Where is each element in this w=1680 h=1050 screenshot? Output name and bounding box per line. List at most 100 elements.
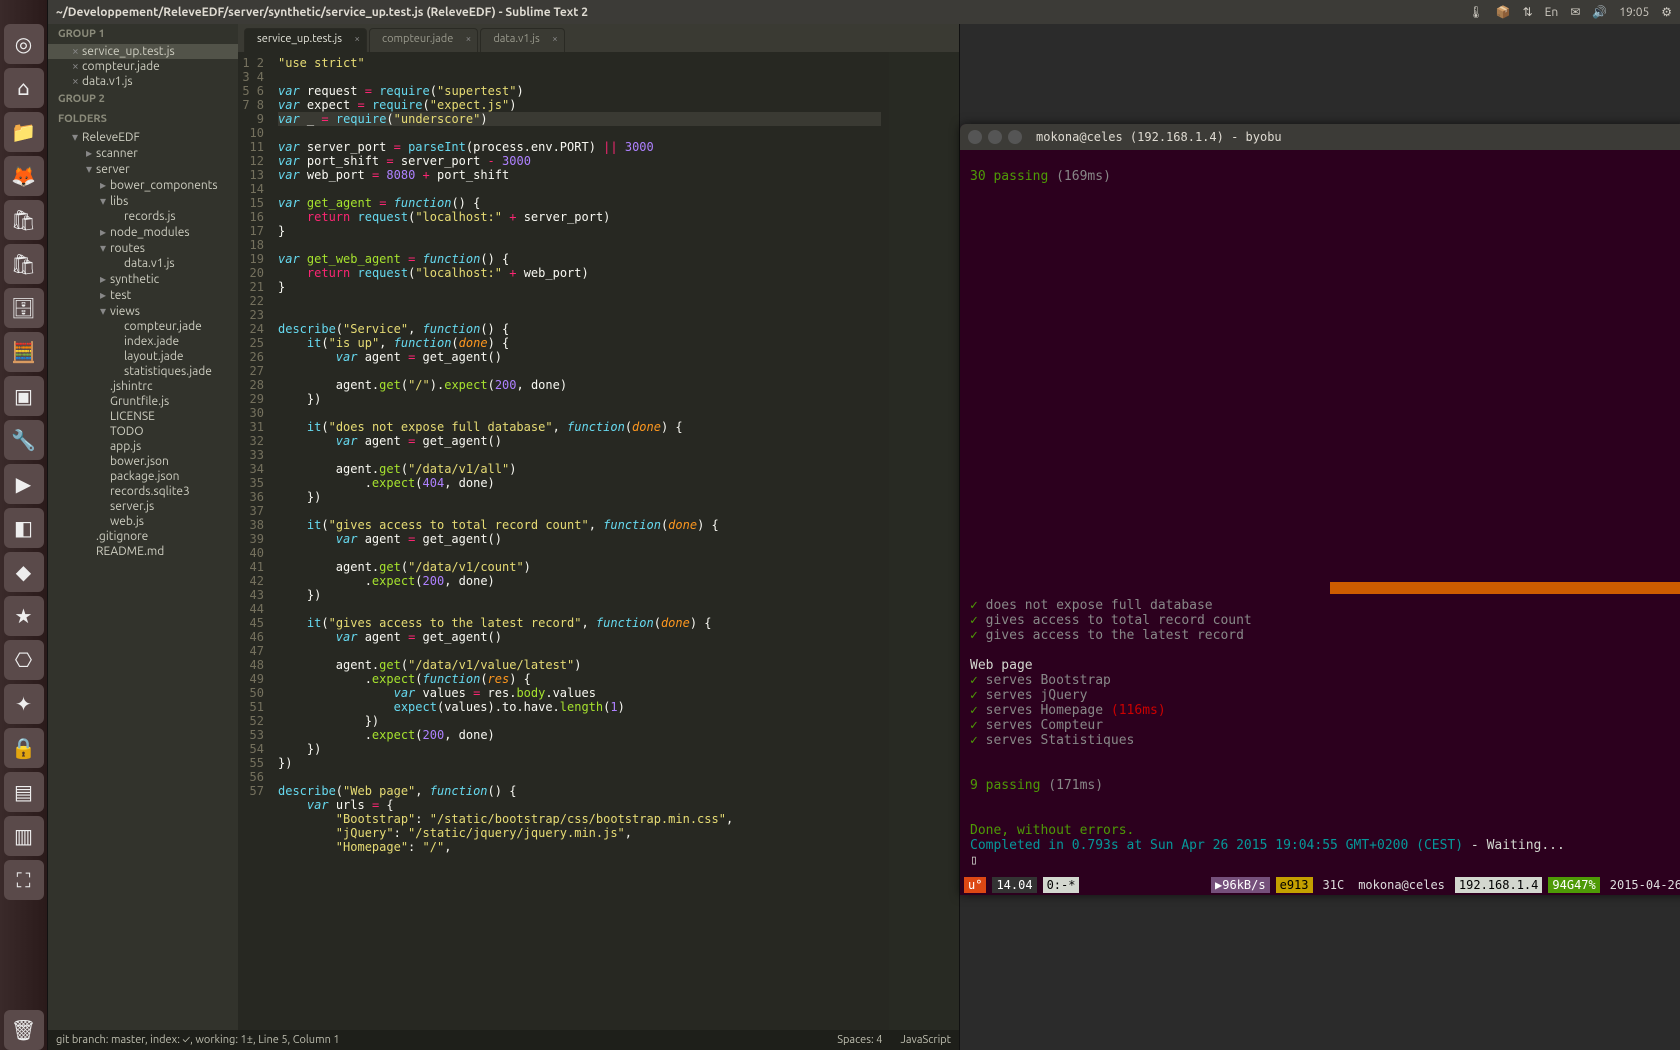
terminal-section-header: Web page xyxy=(970,658,1033,673)
tree-item[interactable]: ▾routes xyxy=(48,240,238,256)
tree-item[interactable]: ▾libs xyxy=(48,193,238,209)
byobu-ip: 192.168.1.4 xyxy=(1455,877,1542,893)
tree-item[interactable]: records.sqlite3 xyxy=(48,484,238,499)
editor-tab[interactable]: compteur.jade× xyxy=(369,28,478,52)
test-result-line: ✓ serves Bootstrap xyxy=(970,673,1680,688)
desktop: ~/Developpement/ReleveEDF/server/synthet… xyxy=(48,0,1680,1050)
byobu-host: mokona@celes xyxy=(1354,877,1449,893)
launcher-icon-7[interactable]: 🧮 xyxy=(4,332,44,372)
launcher-icon-5[interactable]: 🛍 xyxy=(4,244,44,284)
editor-tab[interactable]: service_up.test.js× xyxy=(244,28,367,52)
tree-item[interactable]: ▸synthetic xyxy=(48,271,238,287)
status-language[interactable]: JavaScript xyxy=(900,1034,951,1046)
status-spaces[interactable]: Spaces: 4 xyxy=(837,1034,882,1046)
test-passing-bottom: 9 passing xyxy=(970,778,1040,793)
launcher-icon-3[interactable]: 🦊 xyxy=(4,156,44,196)
indicator-4[interactable]: ✉ xyxy=(1570,6,1580,19)
code-editor[interactable]: "use strict" var request = require("supe… xyxy=(270,52,889,1030)
terminal-titlebar[interactable]: mokona@celes (192.168.1.4) - byobu xyxy=(960,124,1680,150)
window-close-button[interactable] xyxy=(968,130,982,144)
line-gutter: 1 2 3 4 5 6 7 8 9 10 11 12 13 14 15 16 1… xyxy=(238,52,270,1030)
tree-item[interactable]: TODO xyxy=(48,424,238,439)
open-file-item[interactable]: ×compteur.jade xyxy=(48,59,238,74)
open-file-item[interactable]: ×data.v1.js xyxy=(48,74,238,89)
test-result-line: ✓ gives access to the latest record xyxy=(970,628,1680,643)
tree-item[interactable]: ▾ReleveEDF xyxy=(48,129,238,145)
byobu-version: 14.04 xyxy=(992,877,1036,893)
launcher-icon-11[interactable]: ◧ xyxy=(4,508,44,548)
editor-tab[interactable]: data.v1.js× xyxy=(480,28,564,52)
launcher-icon-19[interactable]: ⛶ xyxy=(4,860,44,900)
byobu-date: 2015-04-26 xyxy=(1606,877,1680,893)
indicator-6[interactable]: 19:05 xyxy=(1619,6,1649,19)
indicator-1[interactable]: 📦 xyxy=(1496,6,1511,19)
tree-item[interactable]: README.md xyxy=(48,544,238,559)
launcher-icon-9[interactable]: 🔧 xyxy=(4,420,44,460)
window-maximize-button[interactable] xyxy=(1008,130,1022,144)
tab-bar: service_up.test.js×compteur.jade×data.v1… xyxy=(238,24,959,52)
indicator-0[interactable]: 🌡 xyxy=(1468,6,1483,19)
launcher-icon-6[interactable]: 🗄 xyxy=(4,288,44,328)
tree-item[interactable]: .gitignore xyxy=(48,529,238,544)
tree-item[interactable]: data.v1.js xyxy=(48,256,238,271)
tree-item[interactable]: ▾server xyxy=(48,161,238,177)
tree-item[interactable]: LICENSE xyxy=(48,409,238,424)
tree-item[interactable]: layout.jade xyxy=(48,349,238,364)
terminal-done-msg: Done, without errors. xyxy=(970,823,1134,838)
terminal-cursor: ▯ xyxy=(970,853,978,868)
open-file-item[interactable]: ×service_up.test.js xyxy=(48,44,238,59)
tree-item[interactable]: compteur.jade xyxy=(48,319,238,334)
byobu-temp: 31C xyxy=(1319,877,1349,893)
byobu-window: 0:-* xyxy=(1043,877,1080,893)
tree-item[interactable]: bower.json xyxy=(48,454,238,469)
indicator-7[interactable]: ⚙ xyxy=(1661,6,1672,19)
tree-item[interactable]: ▸test xyxy=(48,287,238,303)
sublime-sidebar[interactable]: GROUP 1 ×service_up.test.js×compteur.jad… xyxy=(48,24,238,1030)
terminal-body[interactable]: 30 passing (169ms) ✓ does not expose ful… xyxy=(960,150,1680,875)
tree-item[interactable]: ▸bower_components xyxy=(48,177,238,193)
indicator-3[interactable]: En xyxy=(1545,6,1559,19)
launcher-icon-12[interactable]: ◆ xyxy=(4,552,44,592)
terminal-title: mokona@celes (192.168.1.4) - byobu xyxy=(1036,130,1282,144)
tree-item[interactable]: app.js xyxy=(48,439,238,454)
tree-item[interactable]: web.js xyxy=(48,514,238,529)
tree-item[interactable]: package.json xyxy=(48,469,238,484)
indicator-2[interactable]: ⇅ xyxy=(1523,6,1533,19)
tree-item[interactable]: ▸scanner xyxy=(48,145,238,161)
test-result-line: ✓ serves Statistiques xyxy=(970,733,1680,748)
trash-icon[interactable]: 🗑 xyxy=(4,1010,44,1050)
tree-item[interactable]: server.js xyxy=(48,499,238,514)
launcher-icon-2[interactable]: 📁 xyxy=(4,112,44,152)
launcher-icon-0[interactable]: ◎ xyxy=(4,24,44,64)
test-passing-top: 30 passing xyxy=(970,169,1048,184)
tree-item[interactable]: .jshintrc xyxy=(48,379,238,394)
launcher-icon-4[interactable]: 🛍 xyxy=(4,200,44,240)
launcher-icon-13[interactable]: ★ xyxy=(4,596,44,636)
test-result-line: ✓ serves jQuery xyxy=(970,688,1680,703)
tree-item[interactable]: index.jade xyxy=(48,334,238,349)
editor-area: service_up.test.js×compteur.jade×data.v1… xyxy=(238,24,959,1030)
minimap[interactable] xyxy=(889,52,959,1030)
launcher-icon-8[interactable]: ▣ xyxy=(4,376,44,416)
window-minimize-button[interactable] xyxy=(988,130,1002,144)
close-icon[interactable]: × xyxy=(354,33,360,44)
indicator-5[interactable]: 🔊 xyxy=(1592,6,1607,19)
tree-item[interactable]: ▸node_modules xyxy=(48,224,238,240)
test-result-line: ✓ gives access to total record count xyxy=(970,613,1680,628)
orange-divider xyxy=(1330,582,1680,594)
close-icon[interactable]: × xyxy=(466,33,472,44)
launcher-icon-10[interactable]: ▶ xyxy=(4,464,44,504)
launcher-icon-14[interactable]: ⎔ xyxy=(4,640,44,680)
sidebar-folders-header: FOLDERS xyxy=(48,109,238,129)
launcher-icon-1[interactable]: ⌂ xyxy=(4,68,44,108)
byobu-logo: u° xyxy=(964,877,986,893)
tree-item[interactable]: statistiques.jade xyxy=(48,364,238,379)
launcher-icon-18[interactable]: ▥ xyxy=(4,816,44,856)
launcher-icon-16[interactable]: 🔒 xyxy=(4,728,44,768)
close-icon[interactable]: × xyxy=(552,33,558,44)
tree-item[interactable]: Gruntfile.js xyxy=(48,394,238,409)
tree-item[interactable]: ▾views xyxy=(48,303,238,319)
launcher-icon-17[interactable]: ▤ xyxy=(4,772,44,812)
launcher-icon-15[interactable]: ✦ xyxy=(4,684,44,724)
tree-item[interactable]: records.js xyxy=(48,209,238,224)
